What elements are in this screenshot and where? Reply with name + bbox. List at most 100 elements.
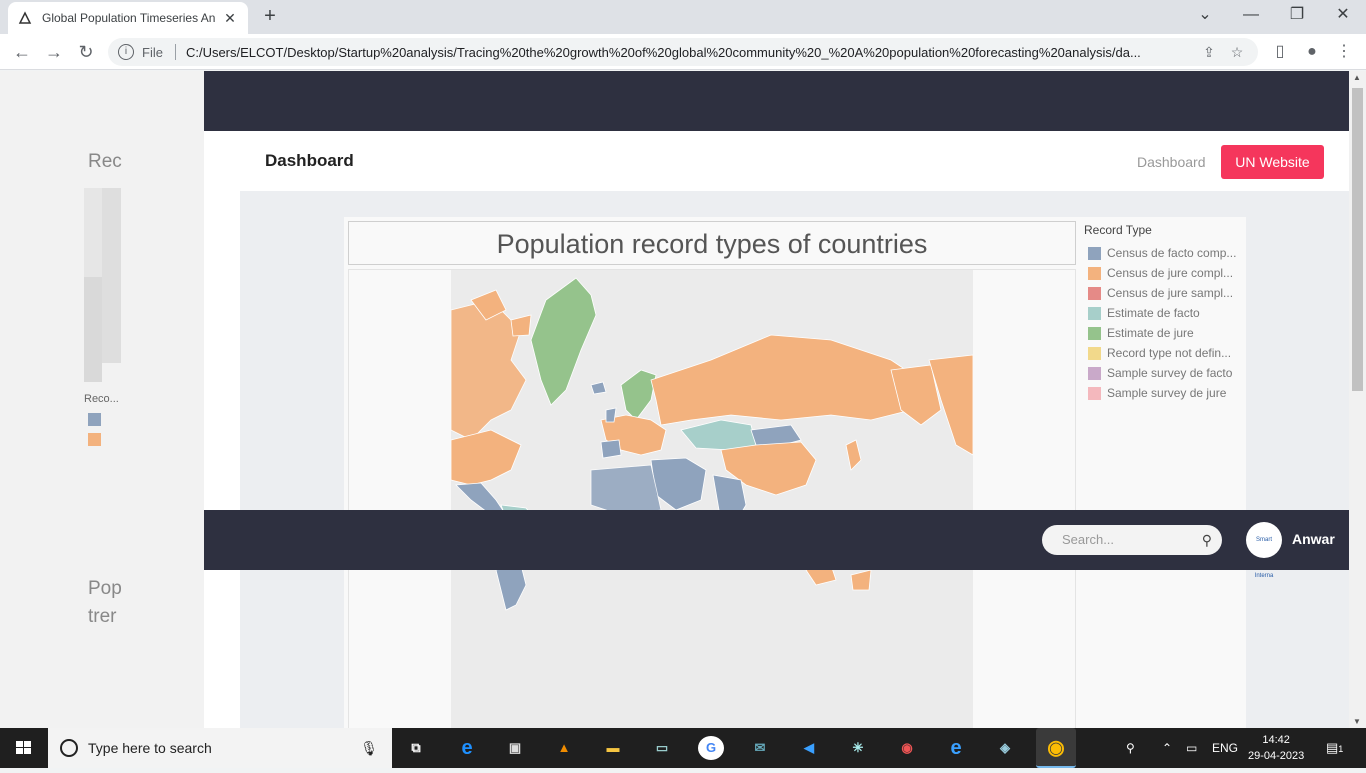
tab-search-icon[interactable]: ⌄ (1182, 0, 1228, 32)
legend-title: Record Type (1084, 223, 1152, 237)
divider (174, 44, 176, 60)
notification-count: 1 (1338, 744, 1344, 754)
cortana-icon (60, 739, 78, 757)
start-button[interactable] (0, 728, 48, 768)
legend-swatch (1088, 366, 1101, 380)
profile-icon[interactable]: ● (1300, 40, 1324, 64)
minimize-icon[interactable]: — (1228, 0, 1274, 32)
scrollbar-thumb[interactable] (1352, 88, 1363, 391)
legend-swatch (1088, 286, 1101, 300)
tableau-favicon-icon (18, 11, 32, 24)
close-tab-icon[interactable]: ✕ (222, 10, 238, 27)
notification-icon[interactable]: ▤1 (1326, 728, 1343, 768)
un-website-button[interactable]: UN Website (1221, 145, 1324, 179)
windows-taskbar: Type here to search 🎙 ⧉ e ▣ ▲ ▬ ▭ G ✉ ◀ … (0, 728, 1366, 768)
internet-explorer-icon[interactable]: e (943, 736, 969, 760)
legend-label: Estimate de jure (1107, 326, 1194, 340)
legend-label: Census de facto comp... (1107, 246, 1237, 260)
edge-icon[interactable]: e (454, 736, 480, 760)
left-legend-swatch (88, 413, 101, 426)
menu-icon[interactable]: ⋮ (1332, 40, 1356, 64)
legend-item[interactable]: Census de jure sampl... (1084, 283, 1244, 303)
search-icon[interactable]: ⚲ (1202, 525, 1212, 555)
legend-items: Census de facto comp... Census de jure co… (1084, 243, 1244, 403)
reload-icon[interactable]: ↻ (74, 40, 98, 64)
clock[interactable]: 14:42 29-04-2023 (1248, 732, 1304, 764)
tab-title: Global Population Timeseries An (42, 11, 216, 25)
vscode-icon[interactable]: ◀ (796, 736, 822, 760)
map-frame (348, 269, 1076, 728)
language-indicator[interactable]: ENG (1212, 728, 1238, 768)
dashboard-header: Dashboard Dashboard UN Website (240, 131, 1349, 191)
legend-label: Estimate de facto (1107, 306, 1200, 320)
url-input[interactable]: i File C:/Users/ELCOT/Desktop/Startup%20… (108, 38, 1258, 66)
maximize-icon[interactable]: ❐ (1274, 0, 1320, 32)
side-panel-icon[interactable]: ▯ (1268, 40, 1292, 64)
network-icon[interactable]: ▭ (1186, 728, 1197, 768)
left-text: Pop trer (88, 575, 128, 631)
scroll-up-icon[interactable]: ▲ (1353, 73, 1361, 82)
microphone-icon[interactable]: 🎙 (360, 740, 378, 757)
nav-link-dashboard[interactable]: Dashboard (1137, 154, 1206, 170)
map-region-iberia (600, 439, 622, 459)
tray-arrow-icon[interactable]: ⌃ (1162, 728, 1172, 768)
people-icon[interactable]: ⚲ (1126, 728, 1135, 768)
legend-item[interactable]: Sample survey de jure (1084, 383, 1244, 403)
world-map[interactable] (451, 270, 973, 728)
user-name[interactable]: Anwar (1292, 531, 1335, 547)
page-viewport: Rec Reco... Pop trer Dashboard Dashboard… (0, 71, 1366, 728)
legend-swatch (1088, 306, 1101, 320)
avatar[interactable]: Smart Interna (1246, 522, 1282, 579)
legend-item[interactable]: Estimate de facto (1084, 303, 1244, 323)
left-placeholder (84, 277, 102, 382)
chrome-profile-icon[interactable]: ◉ (894, 736, 920, 760)
windows-logo-icon (16, 741, 31, 754)
google-icon[interactable]: G (698, 736, 724, 760)
legend-item[interactable]: Census de facto comp... (1084, 243, 1244, 263)
computer-icon[interactable]: ▭ (649, 736, 675, 760)
taskbar-search-input[interactable]: Type here to search 🎙 (48, 728, 392, 768)
left-legend-swatch (88, 433, 101, 446)
scroll-down-icon[interactable]: ▼ (1353, 717, 1361, 726)
clock-time: 14:42 (1262, 734, 1290, 746)
file-label: File (142, 44, 163, 60)
map-region-north-africa (590, 464, 662, 516)
info-icon[interactable]: i (118, 44, 134, 60)
notes-icon[interactable]: ◈ (992, 736, 1018, 760)
legend-item[interactable]: Census de jure compl... (1084, 263, 1244, 283)
taskbar-search-text: Type here to search (88, 740, 212, 756)
address-bar: ← → ↻ i File C:/Users/ELCOT/Desktop/Star… (0, 34, 1366, 70)
bookmark-star-icon[interactable]: ☆ (1226, 44, 1248, 61)
legend: Record Type Census de facto comp... Censu… (1084, 223, 1244, 403)
new-tab-icon[interactable]: + (258, 4, 282, 28)
left-pane: Rec Reco... Pop trer (0, 71, 204, 728)
legend-swatch (1088, 386, 1101, 400)
page-title: Dashboard (265, 151, 354, 170)
left-placeholder (102, 188, 121, 363)
chrome-icon[interactable]: ◉ (1036, 728, 1076, 768)
left-heading: Rec (88, 151, 122, 172)
task-view-icon[interactable]: ⧉ (403, 736, 429, 760)
share-icon[interactable]: ⇪ (1198, 44, 1220, 61)
url-text: C:/Users/ELCOT/Desktop/Startup%20analysi… (185, 44, 1141, 60)
legend-item[interactable]: Estimate de jure (1084, 323, 1244, 343)
forward-icon[interactable]: → (42, 40, 66, 64)
scrollbar[interactable]: ▲ ▼ (1349, 71, 1366, 728)
top-band (204, 71, 1349, 131)
legend-item[interactable]: Record type not defin... (1084, 343, 1244, 363)
mail-icon[interactable]: ✉ (747, 736, 773, 760)
close-window-icon[interactable]: ✕ (1320, 0, 1366, 32)
legend-swatch (1088, 326, 1101, 340)
browser-tab[interactable]: Global Population Timeseries An ✕ (8, 2, 248, 34)
app-icon[interactable]: ✳ (845, 736, 871, 760)
file-explorer-icon[interactable]: ▬ (600, 736, 626, 760)
store-icon[interactable]: ▣ (502, 736, 528, 760)
legend-item[interactable]: Sample survey de facto (1084, 363, 1244, 383)
search-input[interactable]: Search... ⚲ (1042, 525, 1222, 555)
legend-swatch (1088, 246, 1101, 260)
vlc-icon[interactable]: ▲ (551, 736, 577, 760)
legend-swatch (1088, 266, 1101, 280)
world-map-svg (451, 270, 973, 728)
back-icon[interactable]: ← (10, 40, 34, 64)
legend-label: Census de jure compl... (1107, 266, 1234, 280)
